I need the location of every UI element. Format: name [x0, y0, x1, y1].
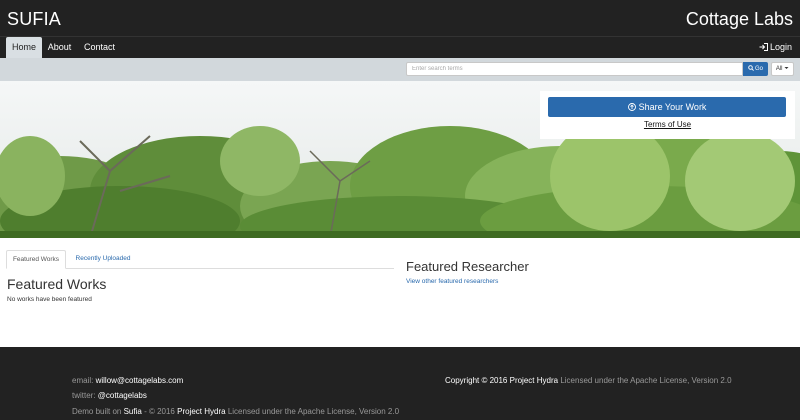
footer-email: email: willow@cottagelabs.com [72, 376, 183, 385]
featured-researcher-title: Featured Researcher [406, 259, 529, 274]
nav-about[interactable]: About [43, 37, 76, 59]
footer-email-link[interactable]: willow@cottagelabs.com [96, 376, 184, 385]
works-tabs: Featured Works Recently Uploaded [6, 250, 394, 269]
login-label: Login [769, 42, 792, 52]
footer-copyright-hydra-link[interactable]: Project Hydra [510, 376, 558, 385]
footer-demo-license: Licensed under the Apache License, Versi… [227, 407, 400, 416]
footer-copyright-license: Licensed under the Apache License, Versi… [560, 376, 732, 385]
page-footer: email: willow@cottagelabs.com twitter: @… [0, 347, 800, 420]
login-link[interactable]: Login [759, 37, 792, 59]
footer-demo-line: Demo built on Sufia - © 2016 Project Hyd… [72, 407, 399, 416]
footer-copyright: Copyright © 2016 Project Hydra Licensed … [445, 376, 732, 385]
share-panel: Share Your Work Terms of Use [540, 91, 795, 139]
search-go-button[interactable]: Go [743, 62, 768, 76]
footer-hydra-link[interactable]: Project Hydra [177, 407, 225, 416]
view-other-researchers-link[interactable]: View other featured researchers [406, 278, 498, 285]
featured-works-title: Featured Works [7, 276, 107, 292]
organization-name[interactable]: Cottage Labs [686, 9, 793, 30]
share-your-work-label: Share Your Work [638, 102, 707, 112]
tab-recently-uploaded[interactable]: Recently Uploaded [68, 250, 138, 269]
login-icon [759, 43, 768, 51]
footer-twitter: twitter: @cottagelabs [72, 391, 147, 400]
brand-logo[interactable]: SUFIA [7, 9, 61, 30]
search-icon [748, 65, 754, 71]
footer-twitter-label: twitter: [72, 391, 96, 400]
search-go-label: Go [754, 66, 763, 72]
search-input[interactable] [406, 62, 743, 76]
search-bar: Go All [0, 58, 800, 81]
footer-twitter-link[interactable]: @cottagelabs [98, 391, 147, 400]
footer-copyright-prefix: Copyright © 2016 [445, 376, 508, 385]
search-scope-dropdown[interactable]: All [771, 62, 794, 76]
tab-featured-works[interactable]: Featured Works [6, 250, 66, 269]
nav-contact[interactable]: Contact [79, 37, 120, 59]
share-your-work-button[interactable]: Share Your Work [548, 97, 786, 117]
footer-demo-prefix: Demo built on [72, 407, 122, 416]
caret-down-icon [784, 67, 789, 69]
footer-email-label: email: [72, 376, 94, 385]
upload-icon [627, 103, 636, 111]
footer-demo-middle: - © 2016 [144, 407, 175, 416]
footer-sufia-link[interactable]: Sufia [124, 407, 142, 416]
terms-of-use-link[interactable]: Terms of Use [540, 120, 795, 129]
search-scope-label: All [775, 66, 783, 72]
main-nav: Home About Contact Login [0, 36, 800, 59]
featured-works-empty-message: No works have been featured [7, 296, 92, 303]
nav-home[interactable]: Home [6, 37, 42, 59]
top-header: SUFIA Cottage Labs [0, 0, 800, 36]
